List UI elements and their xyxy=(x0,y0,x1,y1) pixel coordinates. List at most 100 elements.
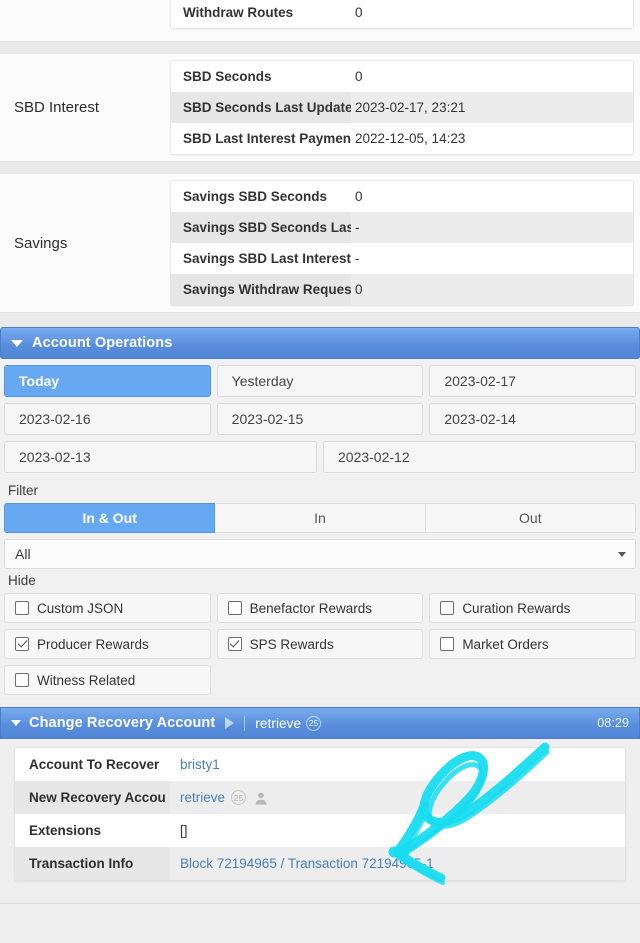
section-divider xyxy=(0,313,640,327)
row-value-cell: bristy1 xyxy=(170,748,625,781)
caret-down-icon xyxy=(11,339,23,347)
operation-time: 08:29 xyxy=(597,716,629,730)
table-row: Savings SBD Last Interest Payment - xyxy=(171,243,633,274)
row-value: [] xyxy=(180,823,188,838)
date-tab-2023-02-12[interactable]: 2023-02-12 xyxy=(323,441,636,473)
date-tab-2023-02-14[interactable]: 2023-02-14 xyxy=(429,403,637,435)
table-row: Extensions [] xyxy=(15,814,625,847)
filter-segment-in[interactable]: In xyxy=(215,503,426,533)
table-row: Savings Withdraw Requests 0 xyxy=(171,274,633,305)
filter-label: Filter xyxy=(8,483,38,498)
account-operations-body: Today Yesterday 2023-02-17 2023-02-16 20… xyxy=(0,359,640,703)
operation-account-link[interactable]: retrieve xyxy=(255,716,301,731)
checkbox-checked-icon xyxy=(227,637,242,651)
checkbox-label: Witness Related xyxy=(37,672,136,688)
checkbox-label: Producer Rewards xyxy=(37,636,149,652)
account-count-badge: 25 xyxy=(231,790,247,805)
savings-section: Savings Savings SBD Seconds 0 Savings SB… xyxy=(0,174,640,313)
checkbox-sps-rewards[interactable]: SPS Rewards xyxy=(216,629,424,659)
row-key: Savings Withdraw Requests xyxy=(171,274,351,305)
date-tab-2023-02-13[interactable]: 2023-02-13 xyxy=(4,441,317,473)
account-operations-title: Account Operations xyxy=(32,335,173,351)
checkbox-icon xyxy=(440,637,455,651)
new-recovery-account-link[interactable]: retrieve xyxy=(180,790,225,805)
table-row: Account To Recover bristy1 xyxy=(15,748,625,781)
checkbox-checked-icon xyxy=(15,637,29,651)
divider xyxy=(244,715,246,731)
change-recovery-account-header[interactable]: Change Recovery Account retrieve 25 08:2… xyxy=(0,707,640,739)
account-operations-header[interactable]: Account Operations xyxy=(0,327,640,359)
row-key: Withdraw Routes xyxy=(183,5,294,20)
caret-right-icon xyxy=(225,717,235,729)
checkbox-icon xyxy=(227,601,242,615)
savings-table: Savings SBD Seconds 0 Savings SBD Second… xyxy=(170,180,634,306)
checkbox-icon xyxy=(440,601,455,615)
hide-label: Hide xyxy=(8,573,36,588)
row-key: Savings SBD Seconds xyxy=(183,189,328,204)
section-label-blank xyxy=(0,0,170,41)
withdraw-routes-table: Withdraw Routes 0 xyxy=(170,0,634,29)
table-row: SBD Seconds Last Update 2023-02-17, 23:2… xyxy=(171,92,633,123)
section-label-savings: Savings xyxy=(0,174,170,312)
operation-type-select[interactable]: All xyxy=(4,539,636,569)
checkbox-label: Curation Rewards xyxy=(462,600,571,616)
row-value: 2022-12-05, 14:23 xyxy=(355,131,466,146)
table-row: Savings SBD Seconds Last Update - xyxy=(171,212,633,243)
caret-down-icon xyxy=(11,720,21,726)
row-value: 0 xyxy=(355,189,363,204)
chevron-down-icon xyxy=(618,552,626,557)
operation-type-select-value: All xyxy=(15,546,31,562)
checkbox-witness-related[interactable]: Witness Related xyxy=(4,665,211,695)
sbd-interest-table: SBD Seconds 0 SBD Seconds Last Update 20… xyxy=(170,60,634,155)
date-tab-2023-02-16[interactable]: 2023-02-16 xyxy=(4,403,211,435)
row-key: SBD Seconds Last Update xyxy=(171,92,351,123)
divider xyxy=(0,903,640,904)
filter-segment-in-and-out[interactable]: In & Out xyxy=(4,503,216,533)
row-value: 0 xyxy=(355,5,363,20)
operation-detail-wrap: Account To Recover bristy1 New Recovery … xyxy=(0,739,640,891)
table-row: New Recovery Accou retrieve 25 xyxy=(15,781,625,814)
transaction-info-link[interactable]: Block 72194965 / Transaction 72194965-1 xyxy=(180,856,434,871)
row-key: Transaction Info xyxy=(15,847,170,880)
checkbox-label: SPS Rewards xyxy=(249,636,334,652)
section-divider xyxy=(0,162,640,174)
row-key: Account To Recover xyxy=(29,757,160,772)
date-tab-yesterday[interactable]: Yesterday xyxy=(216,365,424,397)
row-key: Savings SBD Last Interest Payment xyxy=(183,251,351,266)
date-tab-2023-02-15[interactable]: 2023-02-15 xyxy=(216,403,424,435)
table-row: SBD Last Interest Payment 2022-12-05, 14… xyxy=(171,123,633,154)
table-row: Transaction Info Block 72194965 / Transa… xyxy=(15,847,625,880)
section-label-sbd-interest: SBD Interest xyxy=(0,54,170,161)
row-key: New Recovery Accou xyxy=(15,781,170,814)
date-tab-today[interactable]: Today xyxy=(4,365,211,397)
checkbox-custom-json[interactable]: Custom JSON xyxy=(4,593,211,623)
row-value: - xyxy=(355,220,360,235)
checkbox-label: Benefactor Rewards xyxy=(249,600,372,616)
account-count-badge: 25 xyxy=(306,715,322,731)
checkbox-producer-rewards[interactable]: Producer Rewards xyxy=(4,629,211,659)
row-value: - xyxy=(355,251,360,266)
checkbox-benefactor-rewards[interactable]: Benefactor Rewards xyxy=(216,593,424,623)
checkbox-market-orders[interactable]: Market Orders xyxy=(429,629,636,659)
checkbox-icon xyxy=(15,601,29,615)
account-to-recover-link[interactable]: bristy1 xyxy=(180,757,220,772)
row-value-cell: Block 72194965 / Transaction 72194965-1 xyxy=(170,847,625,880)
date-tab-row-2: 2023-02-16 2023-02-15 2023-02-14 xyxy=(4,403,637,435)
row-key: SBD Seconds xyxy=(183,69,272,84)
date-tab-2023-02-17[interactable]: 2023-02-17 xyxy=(429,365,637,397)
row-key: Savings SBD Seconds Last Update xyxy=(171,212,351,243)
date-tab-row-1: Today Yesterday 2023-02-17 xyxy=(4,365,637,397)
section-divider xyxy=(0,42,640,54)
withdraw-routes-section: Withdraw Routes 0 xyxy=(0,0,640,42)
row-value: 0 xyxy=(355,69,363,84)
operation-detail-table: Account To Recover bristy1 New Recovery … xyxy=(14,747,626,881)
checkbox-label: Custom JSON xyxy=(37,600,124,616)
operation-title: Change Recovery Account xyxy=(29,715,216,731)
row-value: 0 xyxy=(355,282,363,297)
filter-segment-out[interactable]: Out xyxy=(425,503,636,533)
avatar-icon xyxy=(254,791,268,805)
row-key: SBD Last Interest Payment xyxy=(183,131,351,146)
page-bottom-spacer xyxy=(0,903,640,943)
checkbox-curation-rewards[interactable]: Curation Rewards xyxy=(429,593,636,623)
page-root: Withdraw Routes 0 SBD Interest SBD Secon… xyxy=(0,0,640,943)
